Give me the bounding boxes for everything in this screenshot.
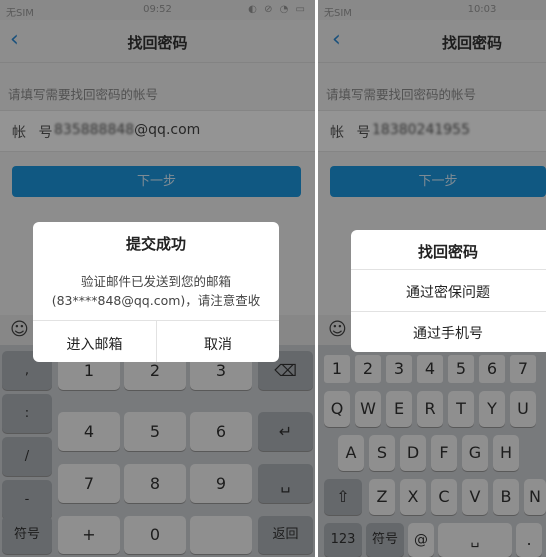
menu-title: 找回密码: [417, 243, 478, 261]
cancel-button[interactable]: 取消: [157, 334, 279, 354]
right-phone-screen: 无SIM 10:03 ‹ 找回密码 请填写需要找回密码的帐号 帐 号 18380…: [318, 0, 546, 557]
security-question-option[interactable]: 通过密保问题: [351, 282, 545, 302]
dialog-title: 提交成功: [125, 235, 186, 253]
open-mailbox-button[interactable]: 进入邮箱: [33, 334, 156, 354]
dialog-message-line1: 验证邮件已发送到您的邮箱: [80, 274, 231, 289]
phone-number-option[interactable]: 通过手机号: [351, 323, 545, 343]
screenshot-stage: 无SIM 09:52 ◐ ⊘ ◔ ▭ ‹ 找回密码 请填写需要找回密码的帐号 帐…: [0, 0, 546, 557]
submit-success-dialog: 提交成功 验证邮件已发送到您的邮箱 (83****848@qq.com)，请注意…: [33, 222, 279, 362]
menu-divider: [351, 269, 546, 270]
left-phone-screen: 无SIM 09:52 ◐ ⊘ ◔ ▭ ‹ 找回密码 请填写需要找回密码的帐号 帐…: [0, 0, 315, 557]
menu-divider: [351, 311, 546, 312]
recover-method-menu: 找回密码 通过密保问题 通过手机号: [351, 230, 546, 352]
dialog-message-line2: (83****848@qq.com)，请注意查收: [51, 293, 261, 308]
